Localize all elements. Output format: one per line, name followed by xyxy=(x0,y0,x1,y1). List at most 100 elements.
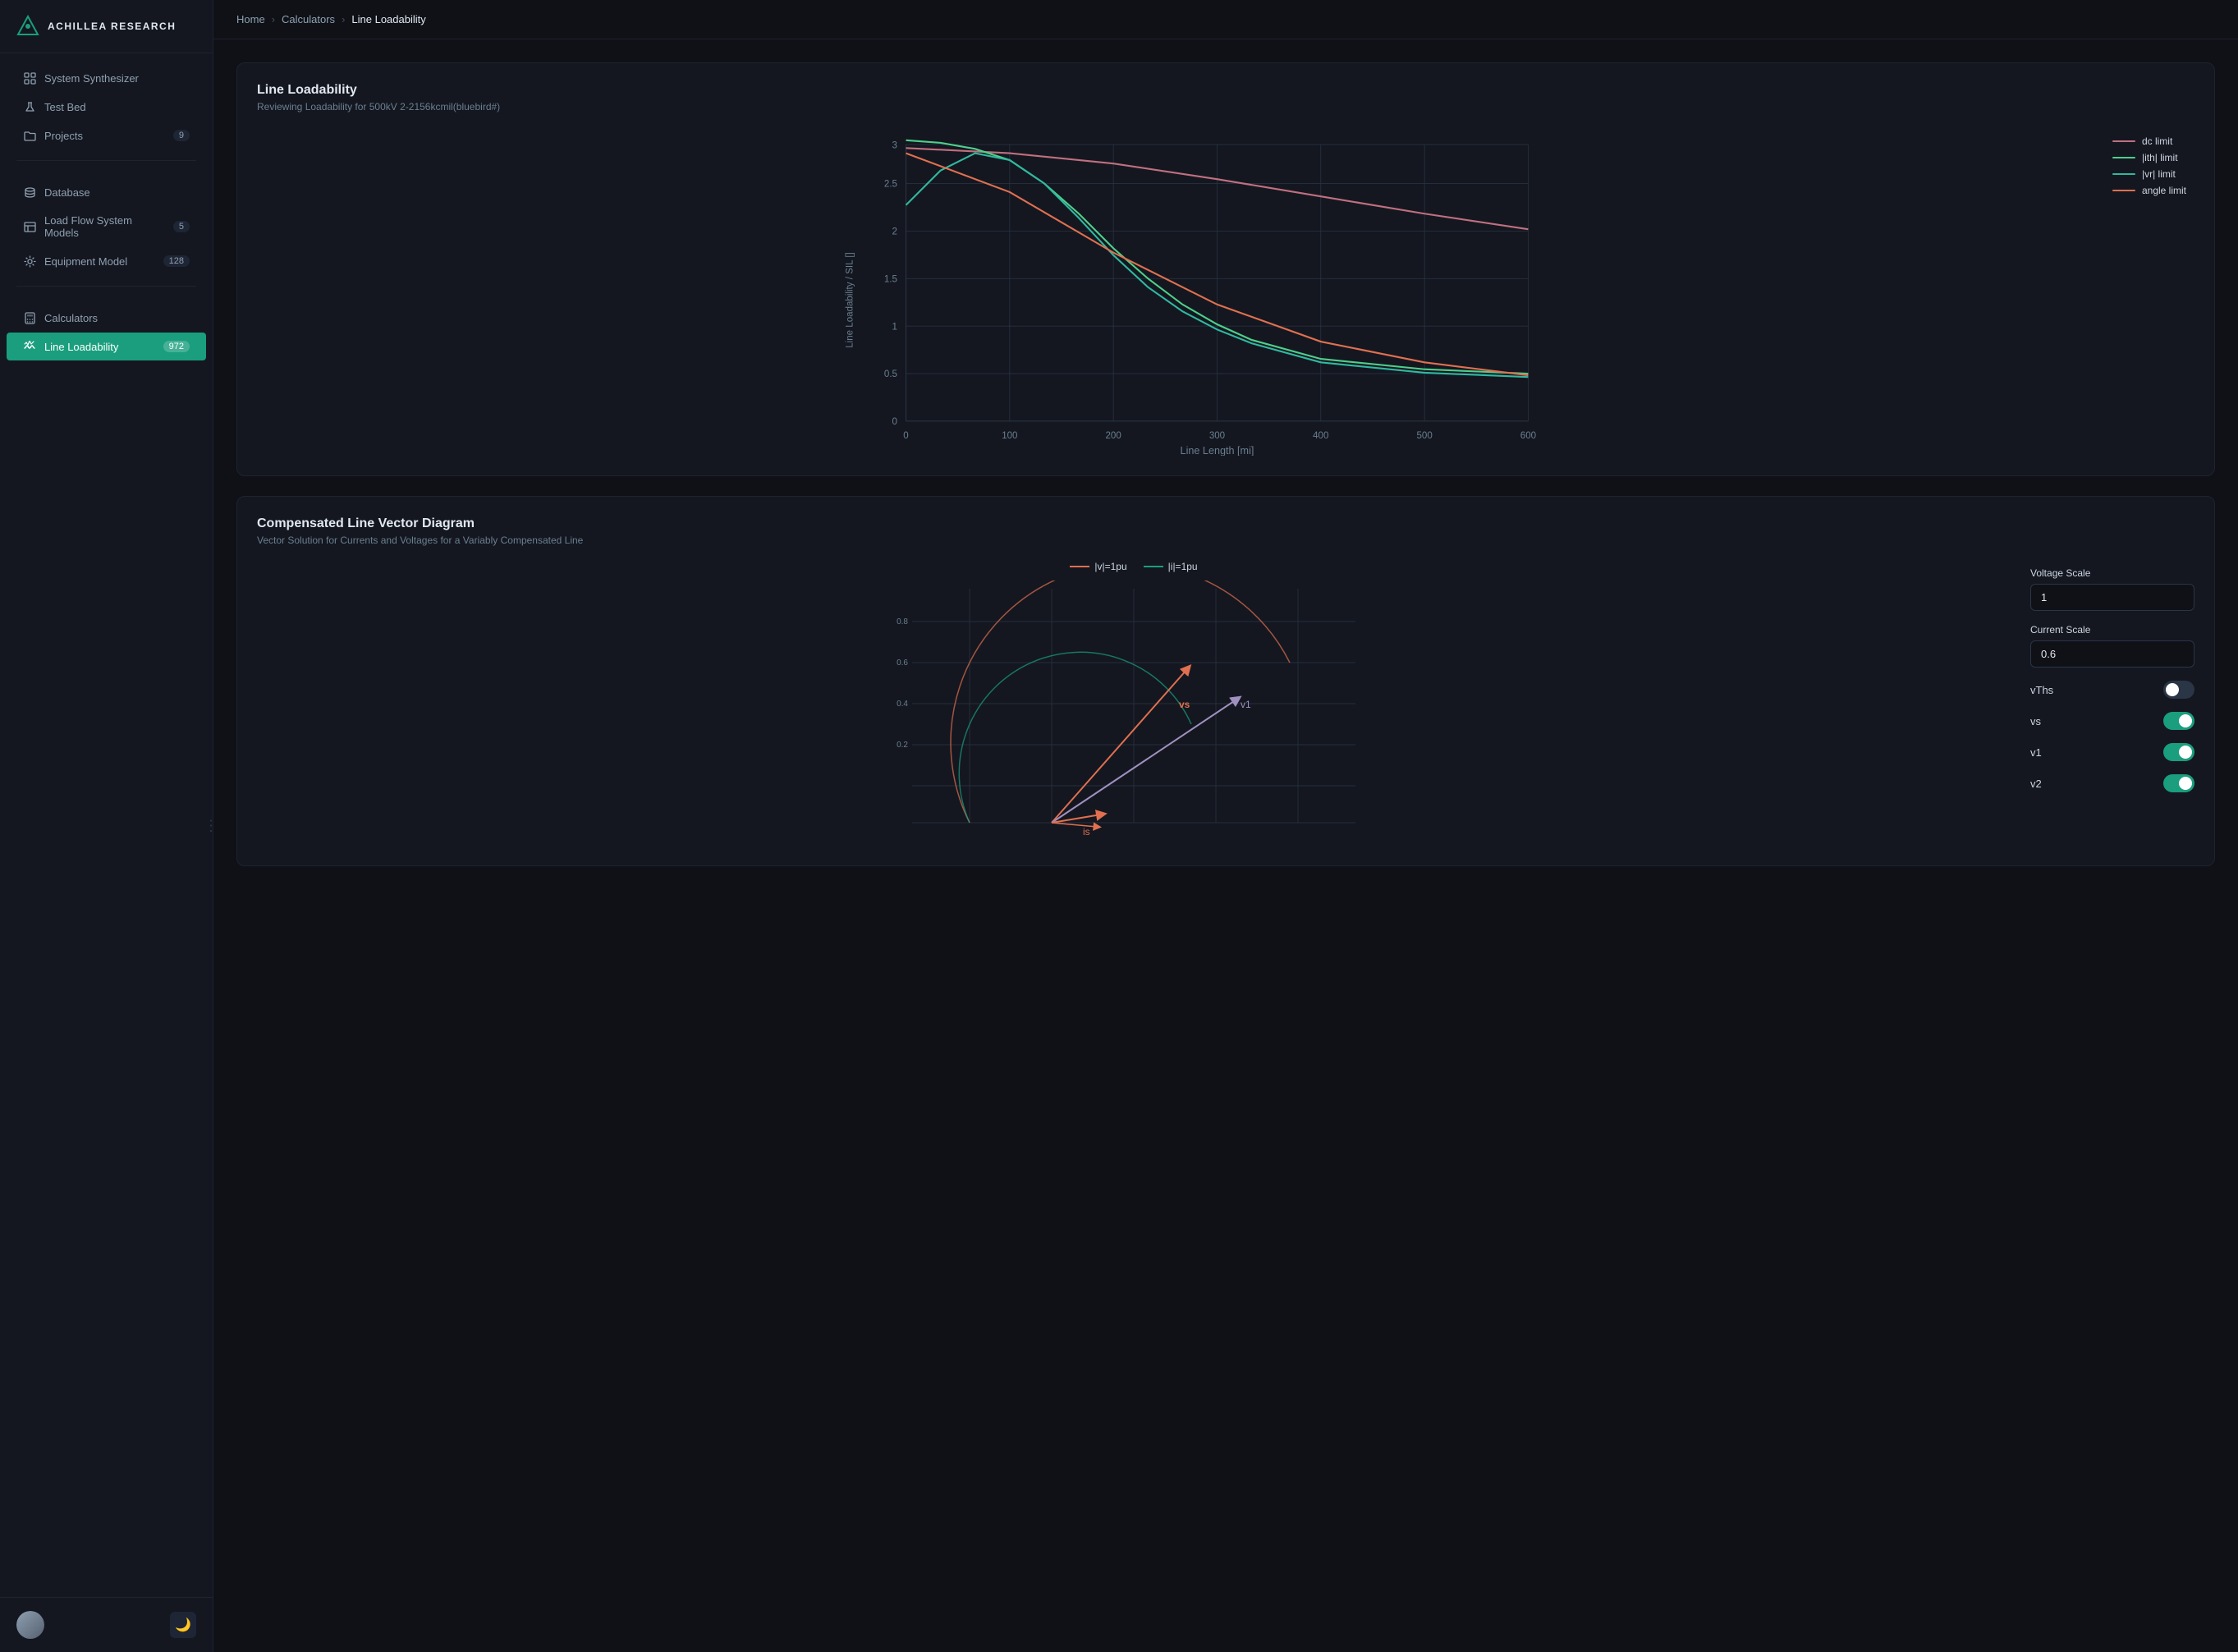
grid-icon xyxy=(23,71,36,85)
voltage-scale-control: Voltage Scale xyxy=(2030,567,2194,611)
sidebar-label-calculators: Calculators xyxy=(44,312,98,324)
sidebar-label-equipment-model: Equipment Model xyxy=(44,255,127,268)
sidebar-label-test-bed: Test Bed xyxy=(44,101,86,113)
chart1-title: Line Loadability xyxy=(257,83,2194,98)
gear-icon xyxy=(23,255,36,268)
toggle-v2[interactable] xyxy=(2163,774,2194,792)
voltage-scale-label: Voltage Scale xyxy=(2030,567,2194,579)
sidebar-item-calculators[interactable]: Calculators xyxy=(7,304,206,332)
toggle-v2-row: v2 xyxy=(2030,774,2194,792)
toggle-vs-label: vs xyxy=(2030,715,2041,727)
breadcrumb-sep-1: › xyxy=(272,13,275,25)
sidebar-bottom: 🌙 xyxy=(0,1597,213,1652)
app-name: ACHILLEA RESEARCH xyxy=(48,21,176,32)
legend-ith-limit-label: |ith| limit xyxy=(2142,152,2178,163)
toggle-vths-thumb xyxy=(2166,683,2179,696)
svg-text:100: 100 xyxy=(1002,431,1017,441)
voltage-scale-input[interactable] xyxy=(2030,584,2194,611)
svg-text:0: 0 xyxy=(892,417,897,427)
main-content: Home › Calculators › Line Loadability Li… xyxy=(213,0,2238,1652)
sidebar-item-projects[interactable]: Projects 9 xyxy=(7,122,206,149)
sidebar-item-database[interactable]: Database xyxy=(7,178,206,206)
vector-legend-i: |i|=1pu xyxy=(1144,561,1198,572)
toggle-vs[interactable] xyxy=(2163,712,2194,730)
svg-text:Line Loadability / SIL []: Line Loadability / SIL [] xyxy=(845,252,855,348)
line-loadability-chart: Line Loadability / SIL [] xyxy=(257,127,2194,456)
projects-badge: 9 xyxy=(173,130,190,141)
breadcrumb-home[interactable]: Home xyxy=(236,13,265,25)
calc-icon xyxy=(23,311,36,324)
chart1-subtitle: Reviewing Loadability for 500kV 2-2156kc… xyxy=(257,101,2194,112)
svg-text:0.4: 0.4 xyxy=(897,700,908,709)
legend-ith-limit-line xyxy=(2112,157,2135,158)
sidebar-label-load-flow: Load Flow System Models xyxy=(44,214,165,239)
sidebar-item-line-loadability[interactable]: Line Loadability 972 xyxy=(7,333,206,360)
avatar[interactable] xyxy=(16,1611,44,1639)
equipment-model-badge: 128 xyxy=(163,255,190,267)
legend-angle-limit-label: angle limit xyxy=(2142,185,2186,196)
svg-text:Line Length [mi]: Line Length [mi] xyxy=(1181,445,1254,456)
divider-2 xyxy=(16,286,196,287)
vector-legend-v-line xyxy=(1070,566,1089,567)
vector-legend-i-line xyxy=(1144,566,1163,567)
sidebar-label-database: Database xyxy=(44,186,90,199)
theme-toggle-button[interactable]: 🌙 xyxy=(170,1612,196,1638)
current-scale-control: Current Scale xyxy=(2030,624,2194,668)
svg-text:vs: vs xyxy=(1179,699,1190,710)
breadcrumb-calculators[interactable]: Calculators xyxy=(282,13,335,25)
line-loadability-card: Line Loadability Reviewing Loadability f… xyxy=(236,62,2215,476)
toggle-vths-label: vThs xyxy=(2030,684,2053,696)
sidebar-item-load-flow[interactable]: Load Flow System Models 5 xyxy=(7,207,206,246)
vector-legend-v: |v|=1pu xyxy=(1070,561,1126,572)
sidebar-item-equipment-model[interactable]: Equipment Model 128 xyxy=(7,247,206,275)
svg-text:0.6: 0.6 xyxy=(897,659,908,668)
current-scale-input[interactable] xyxy=(2030,640,2194,668)
svg-text:2.5: 2.5 xyxy=(884,180,897,190)
database-icon xyxy=(23,186,36,199)
breadcrumb: Home › Calculators › Line Loadability xyxy=(236,13,426,25)
toggle-v1-thumb xyxy=(2179,746,2192,759)
vector-controls: Voltage Scale Current Scale vThs xyxy=(2030,561,2194,846)
legend-vr-limit-label: |vr| limit xyxy=(2142,168,2176,180)
toggle-vths[interactable] xyxy=(2163,681,2194,699)
vector-chart-area: |v|=1pu |i|=1pu xyxy=(257,561,2011,846)
chart2-subtitle: Vector Solution for Currents and Voltage… xyxy=(257,535,2194,546)
legend-dc-limit-line xyxy=(2112,140,2135,142)
legend-ith-limit: |ith| limit xyxy=(2112,152,2186,163)
current-scale-label: Current Scale xyxy=(2030,624,2194,636)
wave-icon xyxy=(23,340,36,353)
content-area: Line Loadability Reviewing Loadability f… xyxy=(213,39,2238,1652)
toggle-v1[interactable] xyxy=(2163,743,2194,761)
toggle-vs-thumb xyxy=(2179,714,2192,727)
vector-legend-v-label: |v|=1pu xyxy=(1094,561,1126,572)
svg-text:400: 400 xyxy=(1313,431,1328,441)
svg-text:0.8: 0.8 xyxy=(897,617,908,626)
toggle-v1-label: v1 xyxy=(2030,746,2042,759)
toggle-v2-thumb xyxy=(2179,777,2192,790)
resize-handle[interactable]: ⋮ xyxy=(200,818,222,835)
chart2-title: Compensated Line Vector Diagram xyxy=(257,516,2194,531)
svg-text:600: 600 xyxy=(1520,431,1536,441)
vector-legend: |v|=1pu |i|=1pu xyxy=(257,561,2011,572)
svg-text:0.5: 0.5 xyxy=(884,369,897,379)
folder-icon xyxy=(23,129,36,142)
svg-text:300: 300 xyxy=(1209,431,1225,441)
sidebar-item-system-synthesizer[interactable]: System Synthesizer xyxy=(7,64,206,92)
line-loadability-badge: 972 xyxy=(163,341,190,352)
sidebar-label-system-synthesizer: System Synthesizer xyxy=(44,72,139,85)
sidebar-item-test-bed[interactable]: Test Bed xyxy=(7,93,206,121)
vector-diagram-card: Compensated Line Vector Diagram Vector S… xyxy=(236,496,2215,866)
chart1-legend: dc limit |ith| limit |vr| limit angle li… xyxy=(2112,135,2186,196)
svg-text:1: 1 xyxy=(892,322,897,332)
toggle-v1-row: v1 xyxy=(2030,743,2194,761)
sidebar-label-projects: Projects xyxy=(44,130,83,142)
svg-text:2: 2 xyxy=(892,227,897,237)
toggle-vs-row: vs xyxy=(2030,712,2194,730)
breadcrumb-current: Line Loadability xyxy=(351,13,425,25)
legend-vr-limit: |vr| limit xyxy=(2112,168,2186,180)
legend-dc-limit: dc limit xyxy=(2112,135,2186,147)
svg-text:v1: v1 xyxy=(1241,699,1251,710)
svg-text:is: is xyxy=(1083,826,1090,837)
divider-1 xyxy=(16,160,196,161)
chart2-body: |v|=1pu |i|=1pu xyxy=(257,561,2194,846)
